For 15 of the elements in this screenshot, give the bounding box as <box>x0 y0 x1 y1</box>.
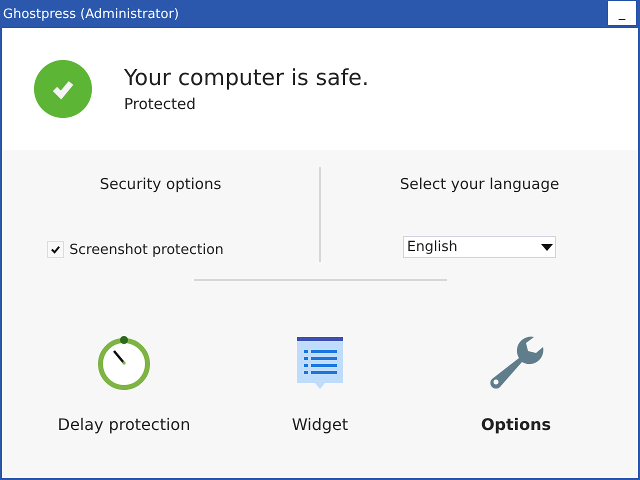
nav-item[interactable]: Widget <box>240 333 400 434</box>
section-heading: Security options <box>100 175 222 193</box>
checkbox-label: Screenshot protection <box>69 242 224 258</box>
section-heading: Select your language <box>400 175 560 193</box>
checkbox[interactable] <box>47 241 64 258</box>
check-icon <box>50 244 62 255</box>
status-detail: Protected <box>124 94 197 112</box>
check-icon <box>34 60 92 118</box>
minimize-button[interactable]: _ <box>608 1 636 25</box>
nav-item[interactable]: Options <box>436 333 596 434</box>
language-dropdown[interactable]: English <box>403 236 556 258</box>
status-headline: Your computer is safe. <box>124 66 369 90</box>
nav-item[interactable]: Delay protection <box>44 333 204 434</box>
caret-icon <box>541 244 553 250</box>
window-title: Ghostpress (Administrator) <box>3 6 179 22</box>
